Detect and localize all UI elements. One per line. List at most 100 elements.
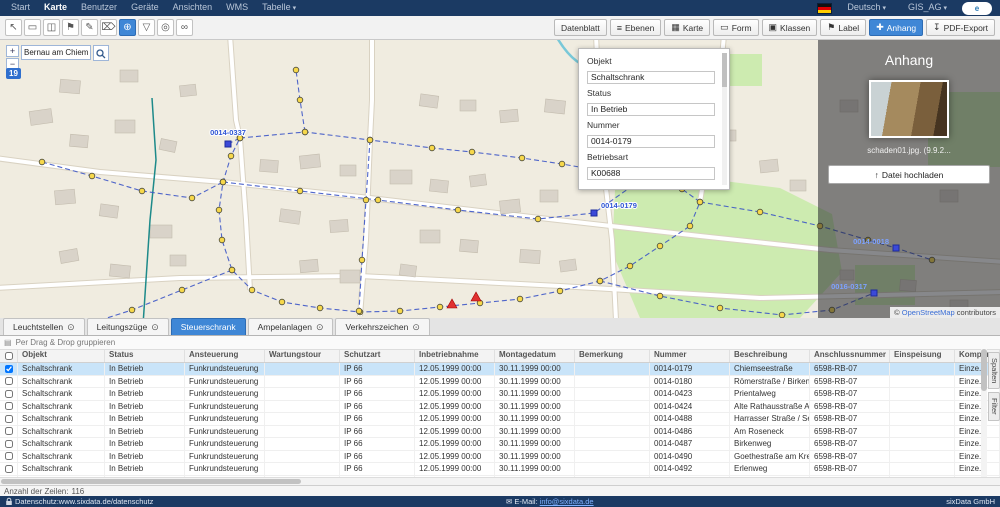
- nav-item-tabelle[interactable]: Tabelle▾: [255, 0, 303, 17]
- cell: 6598-RB-07: [810, 376, 890, 388]
- tab-ampelanlagen[interactable]: Ampelanlagen⊙: [248, 318, 334, 335]
- tab-verkehrszeichen[interactable]: Verkehrszeichen⊙: [335, 318, 429, 335]
- column-header-ansteuerung[interactable]: Ansteuerung: [185, 349, 265, 362]
- ebenen-button[interactable]: ≡Ebenen: [610, 19, 662, 36]
- tab-leitungszüge[interactable]: Leitungszüge⊙: [87, 318, 169, 335]
- cell: Prientalweg: [730, 388, 810, 400]
- datenblatt-button[interactable]: Datenblatt: [554, 19, 607, 36]
- cell: 0014-0424: [650, 401, 730, 413]
- table-row[interactable]: SchaltschrankIn BetriebFunkrundsteuerung…: [0, 401, 1000, 414]
- tab-steuerschrank[interactable]: Steuerschrank: [171, 318, 246, 335]
- nav-item-geräte[interactable]: Geräte: [124, 0, 166, 17]
- group-drop-zone[interactable]: ▤ Per Drag & Drop gruppieren: [0, 336, 1000, 350]
- column-header-anschlussnummer[interactable]: Anschlussnummer: [810, 349, 890, 362]
- map-canvas[interactable]: Anhang schaden01.jpg. (9.9.2... ↑ Datei …: [0, 40, 1000, 318]
- row-checkbox[interactable]: [5, 402, 13, 410]
- nav-item-wms[interactable]: WMS: [219, 0, 255, 17]
- field-input-betriebsart[interactable]: [587, 167, 715, 180]
- form-scrollbar[interactable]: [722, 53, 727, 185]
- eye-icon[interactable]: ⊙: [316, 322, 324, 333]
- row-checkbox[interactable]: [5, 465, 13, 473]
- nav-item-karte[interactable]: Karte: [37, 0, 74, 17]
- nav-item-start[interactable]: Start: [4, 0, 37, 17]
- filter-button[interactable]: ▽: [138, 19, 155, 36]
- cell: 0014-0179: [650, 363, 730, 375]
- marker-button[interactable]: ⚑: [62, 19, 79, 36]
- row-checkbox[interactable]: [5, 390, 13, 398]
- row-checkbox[interactable]: [5, 452, 13, 460]
- delete-button[interactable]: ⌦: [100, 19, 117, 36]
- horizontal-scroll-thumb[interactable]: [1, 479, 301, 484]
- row-checkbox[interactable]: [5, 440, 13, 448]
- klassen-button[interactable]: ▣Klassen: [762, 19, 818, 36]
- table-vertical-scrollbar[interactable]: [981, 349, 987, 477]
- openstreetmap-link[interactable]: OpenStreetMap: [902, 308, 955, 317]
- cell: Funkrundsteuerung: [185, 463, 265, 475]
- pdf-export-button[interactable]: ↧PDF-Export: [926, 19, 995, 36]
- pan-button[interactable]: ⊕: [119, 19, 136, 36]
- upload-file-button[interactable]: ↑ Datei hochladen: [828, 165, 990, 184]
- row-checkbox-cell: [0, 463, 18, 475]
- zoom-in-button[interactable]: +: [6, 45, 19, 57]
- column-header-montagedatum[interactable]: Montagedatum: [495, 349, 575, 362]
- form-scrollbar-thumb[interactable]: [722, 53, 727, 87]
- table-row[interactable]: SchaltschrankIn BetriebFunkrundsteuerung…: [0, 463, 1000, 476]
- edit-button[interactable]: ✎: [81, 19, 98, 36]
- eye-icon[interactable]: ⊙: [412, 322, 420, 333]
- table-row[interactable]: SchaltschrankIn BetriebFunkrundsteuerung…: [0, 363, 1000, 376]
- karte-button[interactable]: ▦Karte: [664, 19, 710, 36]
- field-input-status[interactable]: [587, 103, 715, 116]
- target-button[interactable]: ◎: [157, 19, 174, 36]
- cell: Funkrundsteuerung: [185, 388, 265, 400]
- cell: Erlenweg: [730, 463, 810, 475]
- split-view-button[interactable]: ◫: [43, 19, 60, 36]
- column-header-wartungstour[interactable]: Wartungstour: [265, 349, 340, 362]
- email-link[interactable]: info@sixdata.de: [540, 497, 594, 506]
- table-row[interactable]: SchaltschrankIn BetriebFunkrundsteuerung…: [0, 388, 1000, 401]
- link-button[interactable]: ∞: [176, 19, 193, 36]
- field-input-nummer[interactable]: [587, 135, 715, 148]
- nav-item-benutzer[interactable]: Benutzer: [74, 0, 124, 17]
- eye-icon[interactable]: ⊙: [151, 322, 159, 333]
- column-header-nummer[interactable]: Nummer: [650, 349, 730, 362]
- privacy-link[interactable]: Datenschutz:www.sixdata.de/datenschutz: [5, 497, 153, 506]
- column-header-status[interactable]: Status: [105, 349, 185, 362]
- eye-icon[interactable]: ⊙: [67, 322, 75, 333]
- field-input-objekt[interactable]: [587, 71, 715, 84]
- side-tab-filter[interactable]: Filter: [988, 392, 1000, 421]
- map-search-input[interactable]: [21, 45, 91, 60]
- column-header-inbetriebnahme[interactable]: Inbetriebnahme: [415, 349, 495, 362]
- table-row[interactable]: SchaltschrankIn BetriebFunkrundsteuerung…: [0, 451, 1000, 464]
- language-selector[interactable]: Deutsch▾: [840, 0, 893, 17]
- row-checkbox[interactable]: [5, 415, 13, 423]
- vertical-scroll-thumb[interactable]: [981, 349, 987, 391]
- search-button[interactable]: [93, 45, 109, 61]
- envelope-icon: ✉: [506, 497, 512, 506]
- form-button[interactable]: ▭Form: [713, 19, 758, 36]
- column-header-bemerkung[interactable]: Bemerkung: [575, 349, 650, 362]
- account-selector[interactable]: GIS_AG▾: [901, 0, 954, 17]
- row-checkbox[interactable]: [5, 365, 13, 373]
- label-button[interactable]: ⚑Label: [820, 19, 866, 36]
- nav-item-ansichten[interactable]: Ansichten: [166, 0, 220, 17]
- tab-leuchtstellen[interactable]: Leuchtstellen⊙: [3, 318, 85, 335]
- anhang-button[interactable]: ✚Anhang: [869, 19, 923, 36]
- column-header-schutzart[interactable]: Schutzart: [340, 349, 415, 362]
- select-all-checkbox[interactable]: [5, 352, 13, 360]
- row-checkbox-cell: [0, 426, 18, 438]
- cursor-button[interactable]: ↖: [5, 19, 22, 36]
- side-tab-spalten[interactable]: Spalten: [988, 352, 1000, 389]
- attachment-thumbnail[interactable]: [869, 80, 949, 138]
- row-checkbox[interactable]: [5, 377, 13, 385]
- column-header-beschreibung[interactable]: Beschreibung: [730, 349, 810, 362]
- select-rectangle-button[interactable]: ▭: [24, 19, 41, 36]
- table-row[interactable]: SchaltschrankIn BetriebFunkrundsteuerung…: [0, 438, 1000, 451]
- table-row[interactable]: SchaltschrankIn BetriebFunkrundsteuerung…: [0, 413, 1000, 426]
- column-header-einspeisung[interactable]: Einspeisung: [890, 349, 955, 362]
- table-row[interactable]: SchaltschrankIn BetriebFunkrundsteuerung…: [0, 426, 1000, 439]
- form-field-status: Status: [587, 88, 715, 117]
- row-checkbox[interactable]: [5, 427, 13, 435]
- column-header-objekt[interactable]: Objekt: [18, 349, 105, 362]
- anhang-panel: Anhang schaden01.jpg. (9.9.2... ↑ Datei …: [818, 40, 1000, 318]
- table-row[interactable]: SchaltschrankIn BetriebFunkrundsteuerung…: [0, 376, 1000, 389]
